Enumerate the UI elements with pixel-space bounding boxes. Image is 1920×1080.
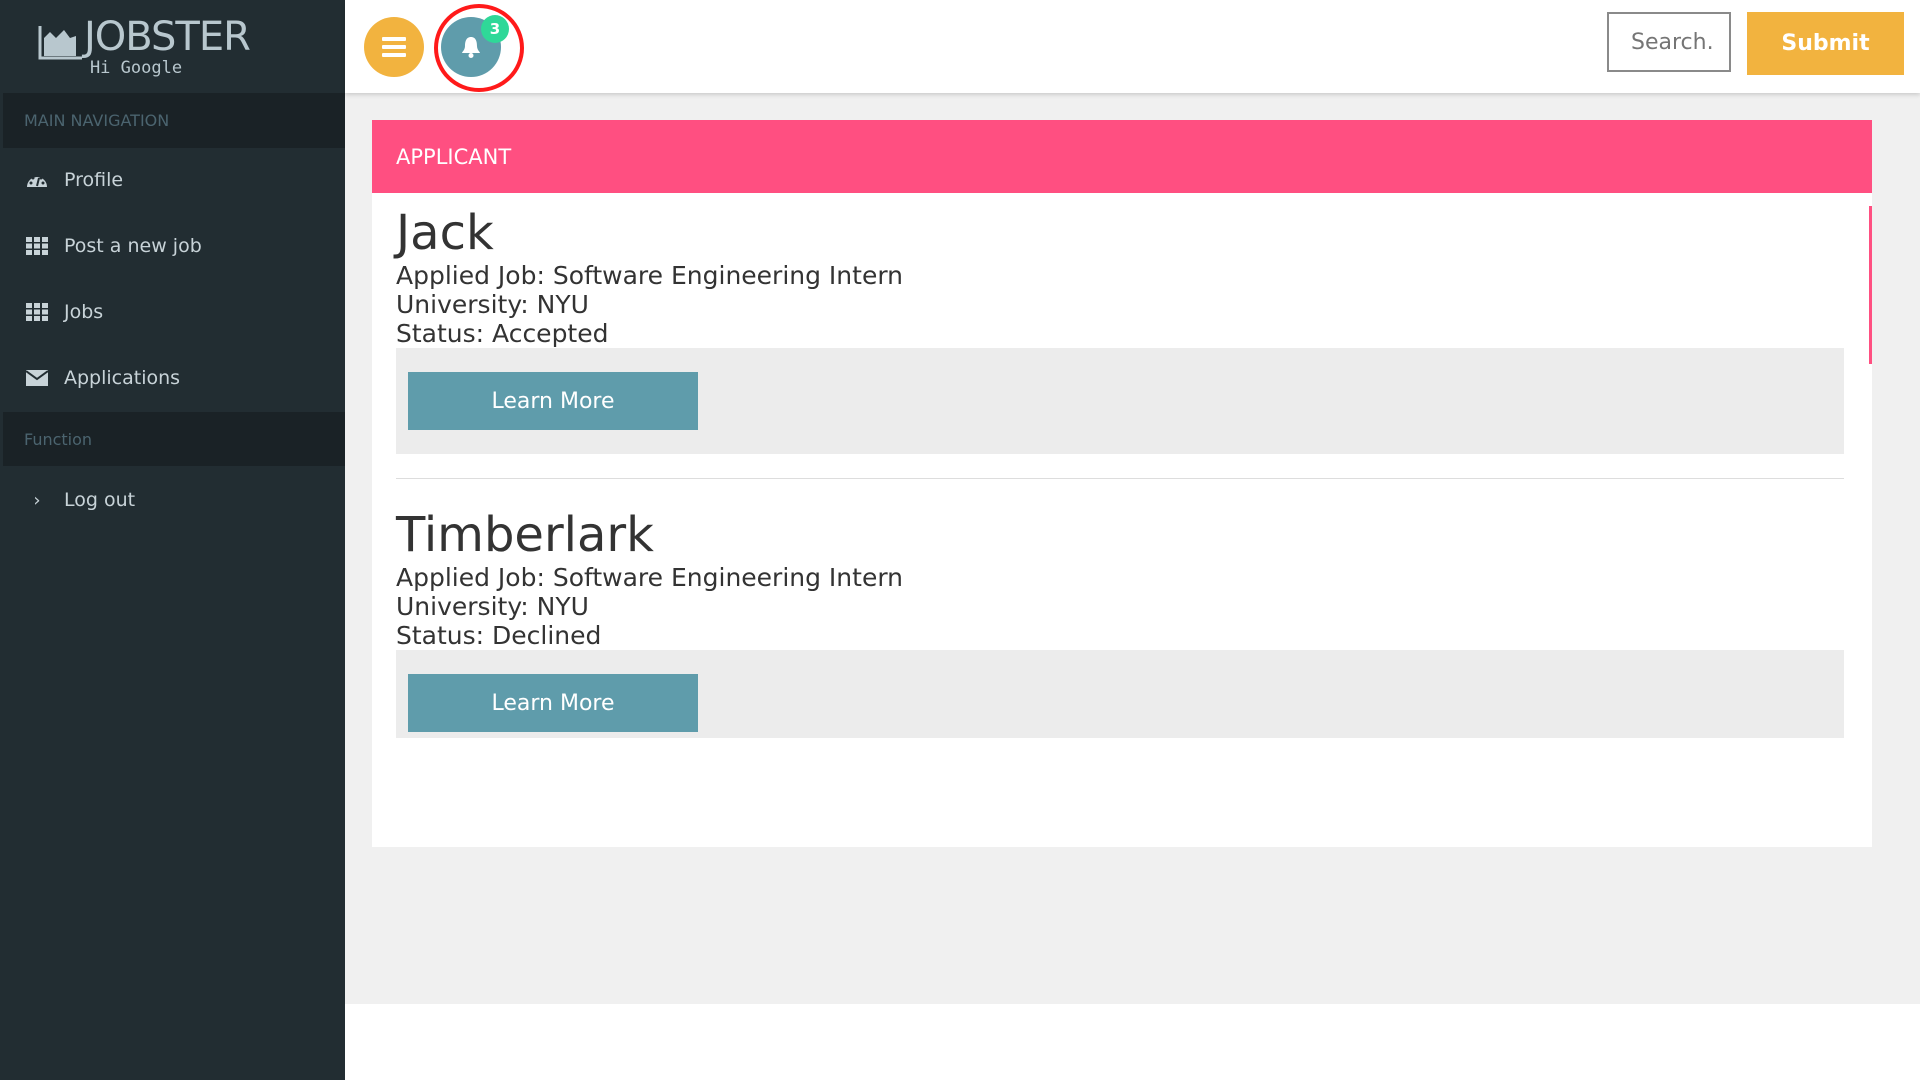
brand-name: JOBSTER xyxy=(84,14,251,60)
card-title: APPLICANT xyxy=(372,120,1872,193)
status: Status: Declined xyxy=(396,621,602,650)
status: Status: Accepted xyxy=(396,319,609,348)
grid-icon xyxy=(0,237,64,255)
hamburger-icon xyxy=(382,37,406,57)
applied-job: Applied Job: Software Engineering Intern xyxy=(396,261,904,290)
grid-icon xyxy=(0,303,64,321)
sidebar-item-profile[interactable]: Profile xyxy=(0,150,345,210)
applicant-card: APPLICANT Jack Applied Job: Software Eng… xyxy=(372,120,1872,847)
learn-more-button[interactable]: Learn More xyxy=(408,674,698,732)
notification-count-badge: 3 xyxy=(481,15,509,43)
action-panel: Learn More xyxy=(396,650,1844,738)
applied-job: Applied Job: Software Engineering Intern xyxy=(396,563,904,592)
sidebar: JOBSTER Hi Google MAIN NAVIGATION Profil… xyxy=(0,0,345,1080)
university: University: NYU xyxy=(396,290,589,319)
sidebar-item-jobs[interactable]: Jobs xyxy=(0,282,345,342)
chevron-right-icon: › xyxy=(33,489,41,511)
sidebar-item-label: Log out xyxy=(64,489,136,511)
applicant-name: Jack xyxy=(396,205,494,261)
logo[interactable]: JOBSTER xyxy=(38,14,251,60)
main-navigation-header: MAIN NAVIGATION xyxy=(3,93,345,148)
action-panel: Learn More xyxy=(396,348,1844,454)
sidebar-item-post-job[interactable]: Post a new job xyxy=(0,216,345,276)
menu-toggle-button[interactable] xyxy=(364,17,424,77)
sidebar-item-applications[interactable]: Applications xyxy=(0,348,345,408)
divider xyxy=(396,478,1844,479)
sidebar-item-logout[interactable]: › Log out xyxy=(0,470,345,530)
applicant-name: Timberlark xyxy=(396,507,654,563)
search-input[interactable] xyxy=(1607,12,1731,72)
dashboard-icon xyxy=(0,171,64,189)
applicant-entry: Timberlark Applied Job: Software Enginee… xyxy=(396,507,1846,650)
chart-logo-icon xyxy=(38,26,82,60)
scrollbar[interactable] xyxy=(1869,206,1872,364)
sidebar-item-label: Profile xyxy=(64,169,124,191)
sidebar-item-label: Jobs xyxy=(64,301,104,323)
bell-icon xyxy=(462,37,480,58)
submit-button[interactable]: Submit xyxy=(1747,12,1904,75)
university: University: NYU xyxy=(396,592,589,621)
envelope-icon xyxy=(0,369,64,387)
function-header: Function xyxy=(3,412,345,466)
learn-more-button[interactable]: Learn More xyxy=(408,372,698,430)
greeting: Hi Google xyxy=(89,58,183,78)
sidebar-item-label: Applications xyxy=(64,367,181,389)
applicant-entry: Jack Applied Job: Software Engineering I… xyxy=(396,205,1846,348)
sidebar-item-label: Post a new job xyxy=(64,235,202,257)
